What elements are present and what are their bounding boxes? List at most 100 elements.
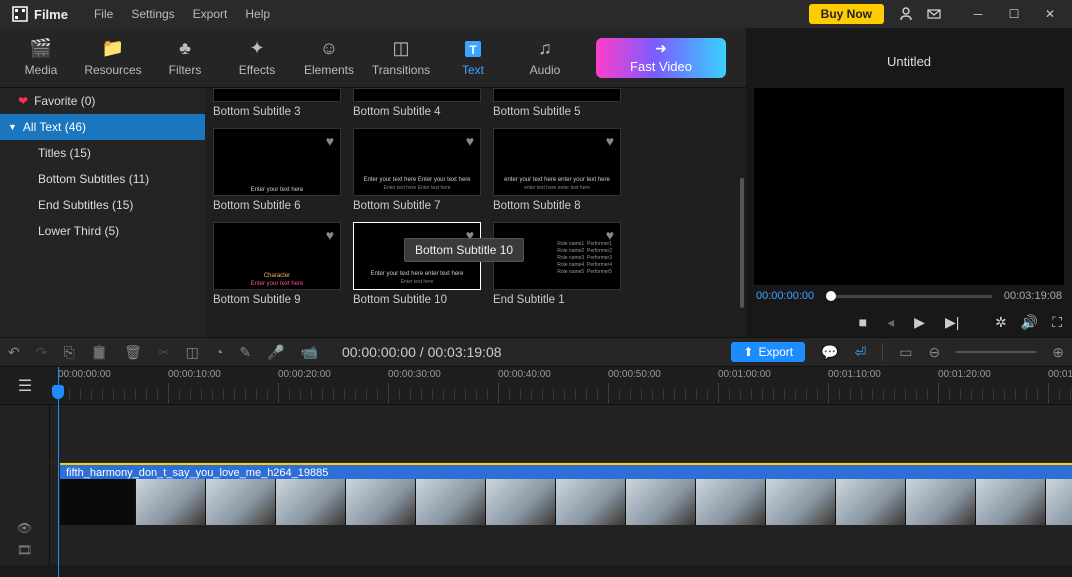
preset-thumb[interactable] bbox=[493, 88, 621, 102]
tab-effects-label: Effects bbox=[239, 63, 275, 77]
app-name: Filme bbox=[34, 7, 68, 22]
film-track-icon[interactable]: 🎞 bbox=[17, 543, 32, 557]
tab-transitions[interactable]: ◫Transitions bbox=[366, 39, 436, 77]
ruler-tick: 00:01:00:00 bbox=[718, 369, 771, 380]
export-button[interactable]: ⬆Export bbox=[731, 342, 805, 362]
tab-audio-label: Audio bbox=[530, 63, 561, 77]
fullscreen-icon[interactable]: ⛶ bbox=[1052, 314, 1062, 331]
redo-button[interactable]: ↷ bbox=[36, 344, 48, 361]
delete-button[interactable]: 🗑 bbox=[124, 344, 142, 361]
preview-canvas[interactable] bbox=[754, 88, 1064, 285]
edit-button[interactable]: ✎ bbox=[239, 344, 251, 361]
favorite-icon[interactable]: ♥ bbox=[466, 227, 474, 243]
empty-track[interactable] bbox=[50, 405, 1072, 463]
tab-effects[interactable]: ✦ Effects bbox=[222, 39, 292, 77]
visibility-icon[interactable]: 👁 bbox=[17, 521, 32, 535]
sidebar-titles[interactable]: Titles (15) bbox=[0, 140, 205, 166]
preset-label: Bottom Subtitle 5 bbox=[493, 106, 621, 118]
paste-button[interactable]: 📋 bbox=[91, 344, 108, 361]
timeline[interactable]: 👁 🎞 fifth_harmony_don_t_say_you_love_me_… bbox=[0, 405, 1072, 565]
timeline-ruler[interactable]: ☰ 00:00:00:00 00:00:10:00 00:00:20:00 00… bbox=[0, 367, 1072, 405]
filme-logo-icon bbox=[12, 6, 28, 22]
tab-text-label: Text bbox=[462, 63, 484, 77]
preset-thumb[interactable] bbox=[213, 88, 341, 102]
snap-button[interactable]: ⏎ bbox=[855, 344, 867, 361]
stop-button[interactable]: ■ bbox=[859, 314, 867, 330]
maximize-button[interactable]: ☐ bbox=[996, 0, 1032, 28]
buy-now-button[interactable]: Buy Now bbox=[809, 4, 884, 24]
tab-media[interactable]: 🎬Media bbox=[6, 39, 76, 77]
sidebar-all-text[interactable]: All Text (46) bbox=[0, 114, 205, 140]
tab-elements[interactable]: ☺Elements bbox=[294, 39, 364, 77]
preset-thumb[interactable]: ♥Enter your text here bbox=[213, 128, 341, 196]
play-button[interactable]: ▶ bbox=[914, 314, 925, 331]
filters-icon: ♣ bbox=[150, 39, 220, 59]
favorite-icon[interactable]: ♥ bbox=[466, 133, 474, 149]
minimize-button[interactable]: ─ bbox=[960, 0, 996, 28]
menu-export[interactable]: Export bbox=[193, 7, 228, 21]
undo-button[interactable]: ↶ bbox=[8, 344, 20, 361]
camera-button[interactable]: 📹 bbox=[301, 344, 318, 361]
preset-thumb[interactable]: ♥Role name1 Performer1Role name2 Perform… bbox=[493, 222, 621, 290]
preset-thumb[interactable]: ♥Enter your text here Enter your text he… bbox=[353, 128, 481, 196]
preset-label: Bottom Subtitle 3 bbox=[213, 106, 341, 118]
sidebar-bottom-subtitles[interactable]: Bottom Subtitles (11) bbox=[0, 166, 205, 192]
close-button[interactable]: ✕ bbox=[1032, 0, 1068, 28]
clip-label[interactable]: fifth_harmony_don_t_say_you_love_me_h264… bbox=[60, 463, 1072, 479]
fast-video-button[interactable]: ➜Fast Video bbox=[596, 38, 726, 78]
arrow-right-icon: ➜ bbox=[655, 43, 667, 53]
mic-button[interactable]: 🎤 bbox=[267, 344, 284, 361]
tab-text[interactable]: T Text bbox=[438, 39, 508, 77]
sidebar-favorite-label: Favorite (0) bbox=[34, 94, 95, 108]
ruler-tick: 00:00:00:00 bbox=[58, 369, 111, 380]
menu-help[interactable]: Help bbox=[245, 7, 270, 21]
playhead[interactable] bbox=[58, 367, 59, 577]
svg-text:T: T bbox=[469, 43, 477, 57]
preset-thumb[interactable]: ♥CharacterEnter your text here bbox=[213, 222, 341, 290]
marker-button[interactable]: 💬 bbox=[821, 344, 838, 361]
preset-label: End Subtitle 1 bbox=[493, 294, 621, 306]
tab-filters[interactable]: ♣ Filters bbox=[150, 39, 220, 77]
preview-scrubber[interactable] bbox=[826, 295, 992, 298]
crop-button[interactable]: ◫ bbox=[186, 344, 199, 361]
mail-icon[interactable] bbox=[920, 0, 948, 28]
clip-thumbnails[interactable] bbox=[60, 479, 1072, 565]
favorite-icon[interactable]: ♥ bbox=[326, 227, 334, 243]
tab-resources-label: Resources bbox=[84, 63, 141, 77]
scrollbar[interactable] bbox=[740, 178, 744, 308]
favorite-icon[interactable]: ♥ bbox=[606, 133, 614, 149]
zoom-out-button[interactable]: ⊖ bbox=[929, 344, 941, 361]
ruler-tick: 00:00:10:00 bbox=[168, 369, 221, 380]
favorite-icon[interactable]: ♥ bbox=[326, 133, 334, 149]
sidebar-lower-third[interactable]: Lower Third (5) bbox=[0, 218, 205, 244]
sidebar-favorite[interactable]: ❤ Favorite (0) bbox=[0, 88, 205, 114]
account-icon[interactable] bbox=[892, 0, 920, 28]
export-label: Export bbox=[758, 345, 793, 359]
next-frame-button[interactable]: ▶| bbox=[945, 314, 959, 331]
effects-icon: ✦ bbox=[222, 39, 292, 59]
track-menu-button[interactable]: ☰ bbox=[0, 367, 50, 404]
heart-icon: ❤ bbox=[18, 94, 28, 108]
zoom-slider[interactable] bbox=[956, 351, 1036, 353]
add-icon[interactable]: + bbox=[408, 247, 426, 265]
tab-audio[interactable]: ♫ Audio bbox=[510, 39, 580, 77]
preset-thumb[interactable]: ♥enter your text here enter your text he… bbox=[493, 128, 621, 196]
prev-frame-button[interactable]: ◂ bbox=[887, 314, 894, 331]
volume-icon[interactable]: 🔊 bbox=[1021, 314, 1038, 331]
copy-button[interactable]: ⎘ bbox=[63, 344, 74, 361]
tab-filters-label: Filters bbox=[169, 63, 202, 77]
split-button[interactable]: ✂ bbox=[158, 344, 170, 361]
menu-file[interactable]: File bbox=[94, 7, 113, 21]
settings-icon[interactable]: ✲ bbox=[995, 314, 1007, 331]
preset-thumb[interactable] bbox=[353, 88, 481, 102]
sidebar-end-subtitles[interactable]: End Subtitles (15) bbox=[0, 192, 205, 218]
preset-thumb-selected[interactable]: ♥+Enter your text here enter text hereEn… bbox=[353, 222, 481, 290]
zoom-in-button[interactable]: ⊕ bbox=[1052, 344, 1064, 361]
tab-resources[interactable]: 📁Resources bbox=[78, 39, 148, 77]
menu-settings[interactable]: Settings bbox=[131, 7, 174, 21]
audio-icon: ♫ bbox=[510, 39, 580, 59]
fit-button[interactable]: ▭ bbox=[899, 344, 912, 361]
preview-title: Untitled bbox=[746, 50, 1072, 70]
speed-button[interactable]: ◔ bbox=[215, 344, 223, 360]
preview-panel: 00:00:00:00 00:03:19:08 ■ ◂ ▶ ▶| ✲ 🔊 ⛶ bbox=[746, 88, 1072, 337]
